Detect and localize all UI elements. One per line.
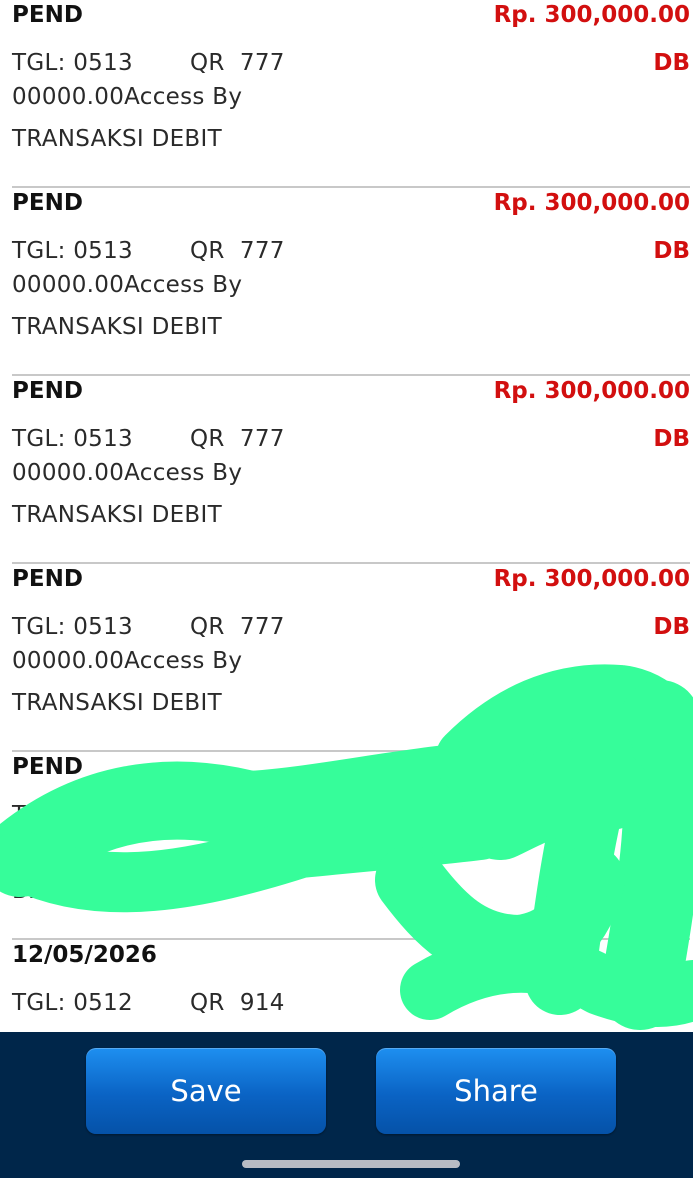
transaction-date-line: TGL: 0512 QR 914 <box>12 988 284 1018</box>
transaction-amount: Rp. 300,000.00 <box>493 378 690 404</box>
transaction-date-line: TR <box>12 800 43 830</box>
transaction-detail: 00000.00Access By <box>12 272 243 298</box>
transaction-type: DB <box>653 238 690 264</box>
transaction-type: DB <box>653 50 690 76</box>
transaction-description: BI-FAST CR <box>12 878 141 904</box>
transaction-date-code: TGL: 0513 <box>12 238 133 264</box>
transaction-item[interactable]: PEND Rp. 300,000.00 DB TGL: 0513 QR 777 … <box>12 376 690 564</box>
transaction-date-code: TGL: 0513 <box>12 426 133 452</box>
transaction-status: PEND <box>12 378 83 404</box>
transaction-description: TRANSAKSI DEBIT <box>12 502 222 528</box>
transaction-status: PEND <box>12 2 83 28</box>
transaction-date-code: TGL: 0513 <box>12 50 133 76</box>
transaction-item[interactable]: PEND Rp. 300,000.00 DB TGL: 0513 QR 777 … <box>12 188 690 376</box>
transaction-date-line: TGL: 0513 QR 777 <box>12 236 284 266</box>
transaction-item[interactable]: 12/05/2026 DB TGL: 0512 QR 914 <box>12 940 690 1032</box>
transaction-item[interactable]: PEND TR BI-FAST CR <box>12 752 690 940</box>
transaction-date-line: TGL: 0513 QR 777 <box>12 612 284 642</box>
transaction-ref: QR 777 <box>190 50 285 76</box>
transaction-status: PEND <box>12 190 83 216</box>
transaction-type: DB <box>653 990 690 1016</box>
transaction-date-header: 12/05/2026 <box>12 942 157 968</box>
transaction-item[interactable]: PEND Rp. 300,000.00 DB TGL: 0513 QR 777 … <box>12 0 690 188</box>
save-button[interactable]: Save <box>86 1048 326 1134</box>
transaction-detail: 00000.00Access By <box>12 460 243 486</box>
transaction-description: TRANSAKSI DEBIT <box>12 314 222 340</box>
transaction-ref: QR 777 <box>190 614 285 640</box>
transaction-description: TRANSAKSI DEBIT <box>12 126 222 152</box>
transaction-date-line: TGL: 0513 QR 777 <box>12 48 284 78</box>
transaction-status: PEND <box>12 566 83 592</box>
transaction-date-line: TGL: 0513 QR 777 <box>12 424 284 454</box>
transaction-amount: Rp. 300,000.00 <box>493 190 690 216</box>
transaction-description: TRANSAKSI DEBIT <box>12 690 222 716</box>
home-indicator[interactable] <box>242 1160 460 1168</box>
transaction-type: DB <box>653 614 690 640</box>
transaction-type: DB <box>653 426 690 452</box>
transaction-status: PEND <box>12 754 83 780</box>
transaction-date-code: TGL: 0512 <box>12 990 133 1016</box>
transaction-detail: 00000.00Access By <box>12 648 243 674</box>
transaction-date-code: TGL: 0513 <box>12 614 133 640</box>
transaction-amount: Rp. 300,000.00 <box>493 2 690 28</box>
transaction-ref: QR 914 <box>190 990 285 1016</box>
transaction-date-code: TR <box>12 802 43 828</box>
transaction-ref: QR 777 <box>190 426 285 452</box>
transaction-detail: 00000.00Access By <box>12 84 243 110</box>
bottom-action-bar: Save Share <box>0 1032 693 1178</box>
transaction-amount: Rp. 300,000.00 <box>493 566 690 592</box>
transaction-ref: QR 777 <box>190 238 285 264</box>
transaction-item[interactable]: PEND Rp. 300,000.00 DB TGL: 0513 QR 777 … <box>12 564 690 752</box>
transaction-list[interactable]: PEND Rp. 300,000.00 DB TGL: 0513 QR 777 … <box>0 0 693 1032</box>
share-button[interactable]: Share <box>376 1048 616 1134</box>
transaction-history-screen: PEND Rp. 300,000.00 DB TGL: 0513 QR 777 … <box>0 0 693 1178</box>
